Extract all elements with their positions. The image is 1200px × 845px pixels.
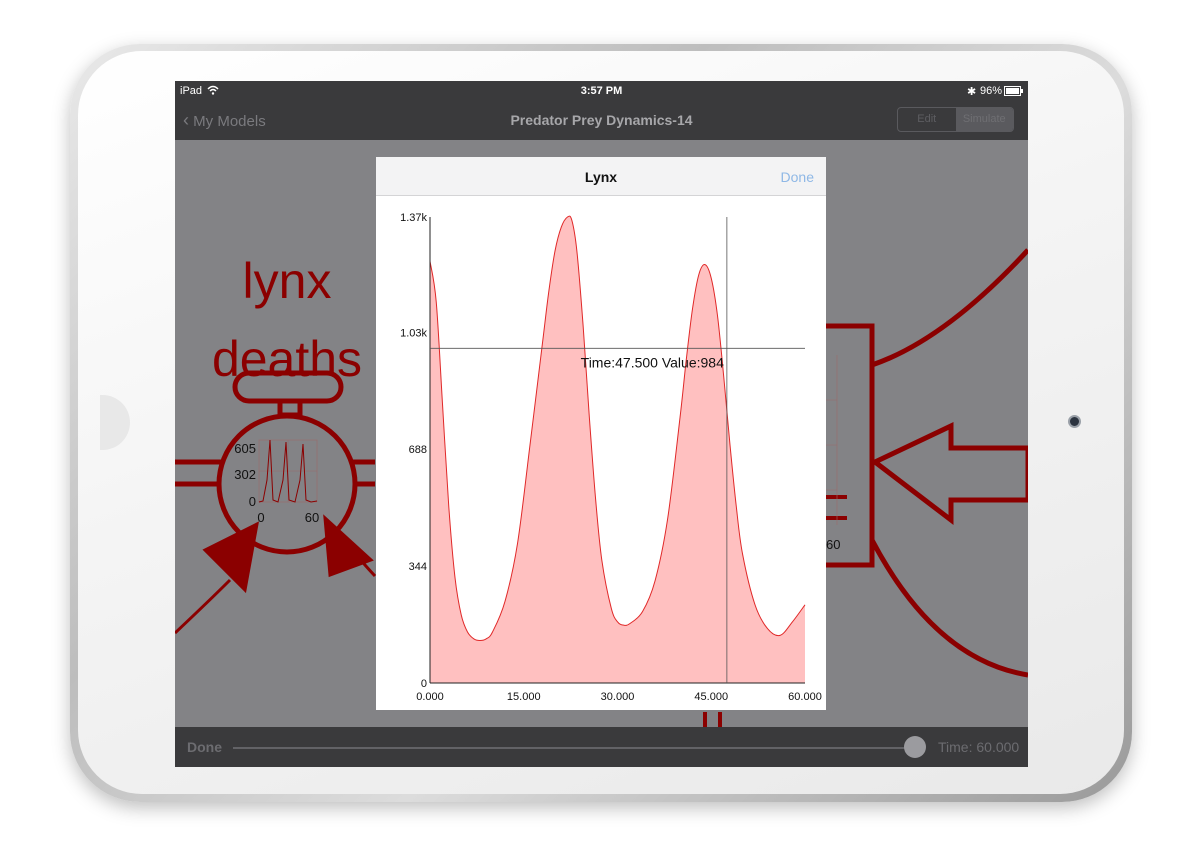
- mode-segmented-control: Edit Simulate: [897, 107, 1014, 132]
- x-tick-label: 0.000: [416, 691, 444, 703]
- battery-percent: 96%: [980, 85, 1003, 97]
- flow-label-line1: lynx: [243, 253, 332, 309]
- y-tick-label: 344: [409, 561, 427, 573]
- mini-y-tick: 605: [234, 441, 256, 456]
- camera-icon: [1068, 415, 1081, 428]
- x-tick-label: 15.000: [507, 691, 541, 703]
- x-tick-label: 45.000: [694, 691, 728, 703]
- series-line: [429, 215, 806, 641]
- flow-valve[interactable]: [175, 370, 375, 555]
- time-slider-thumb[interactable]: [904, 736, 926, 758]
- y-tick-label: 1.37k: [400, 212, 427, 224]
- mini-y-tick: 302: [234, 467, 256, 482]
- battery-icon: [1004, 86, 1023, 96]
- segment-edit[interactable]: Edit: [898, 108, 956, 131]
- connector-arrows: [175, 514, 377, 635]
- stock-mini-chart: 60: [825, 355, 840, 552]
- time-slider-track[interactable]: [233, 747, 915, 749]
- y-tick-label: 1.03k: [400, 328, 427, 340]
- popover-title: Lynx: [584, 169, 618, 185]
- clock: 3:57 PM: [580, 85, 623, 97]
- x-tick-label: 30.000: [601, 691, 635, 703]
- mini-y-tick: 0: [249, 494, 256, 509]
- simulation-bar: Done Time: 60.000: [175, 727, 1028, 767]
- bluetooth-icon: ✱: [967, 86, 977, 98]
- graph-popover: Lynx Done 0 344 688 1.03k 1.37k 0.000 15.000 30…: [376, 157, 826, 710]
- mini-x-tick: 60: [305, 510, 319, 525]
- status-bar: iPad 3:57 PM ✱ 96%: [175, 81, 1028, 101]
- y-tick-label: 688: [409, 444, 427, 456]
- done-button[interactable]: Done: [187, 739, 222, 755]
- crosshair-tooltip: Time:47.500 Value:984: [581, 354, 724, 370]
- popover-done-button[interactable]: Done: [781, 169, 814, 185]
- lynx-chart[interactable]: 0 344 688 1.03k 1.37k 0.000 15.000 30.000 45.000…: [376, 196, 826, 710]
- time-readout: Time: 60.000: [938, 739, 1020, 755]
- series-area-fill: [430, 216, 805, 684]
- x-tick-label: 60.000: [788, 691, 822, 703]
- stock-x-tick: 60: [826, 537, 840, 552]
- popover-header: Lynx Done: [376, 157, 826, 196]
- segment-simulate[interactable]: Simulate: [955, 108, 1013, 131]
- y-tick-label: 0: [421, 678, 427, 690]
- mini-chart: 605 302 0 0 60: [234, 439, 319, 525]
- navigation-bar: ‹ My Models Predator Prey Dynamics-14 Ed…: [175, 101, 1028, 140]
